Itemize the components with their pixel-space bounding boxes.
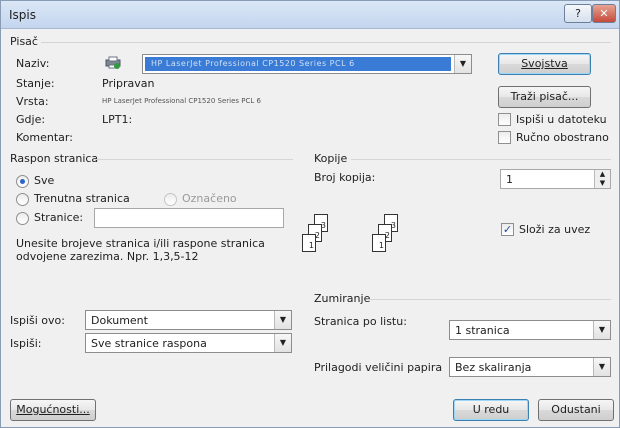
zoom-group-frame	[367, 299, 611, 300]
chevron-down-icon[interactable]: ▼	[593, 358, 610, 376]
range-selection-label: Označeno	[182, 192, 237, 205]
close-button[interactable]: ✕	[592, 4, 616, 23]
copies-count-label: Broj kopija:	[314, 171, 376, 184]
where-value: LPT1:	[102, 113, 133, 126]
printer-group-frame	[41, 42, 611, 43]
scale-label: Prilagodi veličini papira	[314, 361, 443, 374]
help-button[interactable]: ?	[564, 4, 592, 23]
cancel-button[interactable]: Odustani	[538, 399, 614, 421]
range-hint-line1: Unesite brojeve stranica i/ili raspone s…	[16, 237, 265, 250]
range-current-label: Trenutna stranica	[34, 192, 130, 205]
manual-duplex-checkbox[interactable]	[498, 131, 511, 144]
comment-label: Komentar:	[16, 131, 73, 144]
window-title: Ispis	[9, 8, 36, 22]
type-label: Vrsta:	[16, 95, 49, 108]
print-value: Sve stranice raspona	[91, 337, 207, 350]
status-value: Pripravan	[102, 77, 155, 90]
collate-label: Složi za uvez	[519, 223, 591, 236]
printer-name-label: Naziv:	[16, 57, 50, 70]
zoom-group-label: Zumiranje	[314, 292, 371, 305]
manual-duplex-label: Ručno obostrano	[516, 131, 609, 144]
printer-name-select[interactable]: HP LaserJet Professional CP1520 Series P…	[142, 54, 472, 74]
print-to-file-checkbox[interactable]	[498, 113, 511, 126]
pages-per-sheet-label: Stranica po listu:	[314, 315, 407, 328]
page-range-group-frame	[95, 159, 293, 160]
range-all-radio[interactable]	[16, 175, 29, 188]
status-label: Stanje:	[16, 77, 55, 90]
range-hint-line2: odvojene zarezima. Npr. 1,3,5-12	[16, 250, 199, 263]
scale-select[interactable]: Bez skaliranja ▼	[449, 357, 611, 377]
find-printer-button[interactable]: Traži pisač...	[498, 86, 591, 108]
properties-button[interactable]: Svojstva	[498, 53, 591, 75]
printer-icon	[105, 56, 121, 69]
print-label: Ispiši:	[10, 337, 42, 350]
type-value: HP LaserJet Professional CP1520 Series P…	[102, 97, 261, 105]
copies-count-value: 1	[506, 173, 513, 186]
where-label: Gdje:	[16, 113, 46, 126]
copies-count-input[interactable]: 1 ▲ ▼	[500, 169, 611, 189]
range-current-radio[interactable]	[16, 193, 29, 206]
stack2-page-1: 1	[372, 234, 386, 252]
chevron-down-icon[interactable]: ▼	[593, 321, 610, 339]
page-range-group-label: Raspon stranica	[10, 152, 99, 165]
print-select[interactable]: Sve stranice raspona ▼	[85, 333, 292, 353]
print-what-label: Ispiši ovo:	[10, 314, 65, 327]
copies-group-frame	[351, 159, 611, 160]
pages-input[interactable]	[94, 208, 284, 228]
stack1-page-1: 1	[302, 234, 316, 252]
print-what-value: Dokument	[91, 314, 148, 327]
range-pages-radio[interactable]	[16, 212, 29, 225]
options-button[interactable]: Mogućnosti...	[10, 399, 96, 421]
chevron-down-icon[interactable]: ▼	[274, 334, 291, 352]
printer-name-value: HP LaserJet Professional CP1520 Series P…	[151, 59, 355, 68]
range-pages-label: Stranice:	[34, 211, 84, 224]
collate-checkbox[interactable]: ✓	[501, 223, 514, 236]
properties-button-label: Svojstva	[521, 57, 568, 70]
range-selection-radio[interactable]	[164, 193, 177, 206]
copies-group-label: Kopije	[314, 152, 348, 165]
range-all-label: Sve	[34, 174, 55, 187]
options-button-label: Mogućnosti...	[16, 403, 90, 416]
print-to-file-label: Ispiši u datoteku	[516, 113, 607, 126]
printer-group-label: Pisač	[10, 35, 38, 48]
pages-per-sheet-select[interactable]: 1 stranica ▼	[449, 320, 611, 340]
scale-value: Bez skaliranja	[455, 361, 532, 374]
print-dialog: Ispis ? ✕ Pisač Naziv: HP LaserJet Profe…	[0, 0, 620, 428]
spinner-icon[interactable]: ▲ ▼	[594, 170, 610, 188]
chevron-down-icon[interactable]: ▼	[274, 311, 291, 329]
title-bar: Ispis ? ✕	[1, 1, 619, 29]
pages-per-sheet-value: 1 stranica	[455, 324, 510, 337]
chevron-down-icon[interactable]: ▼	[454, 55, 471, 73]
print-what-select[interactable]: Dokument ▼	[85, 310, 292, 330]
ok-button[interactable]: U redu	[453, 399, 529, 421]
